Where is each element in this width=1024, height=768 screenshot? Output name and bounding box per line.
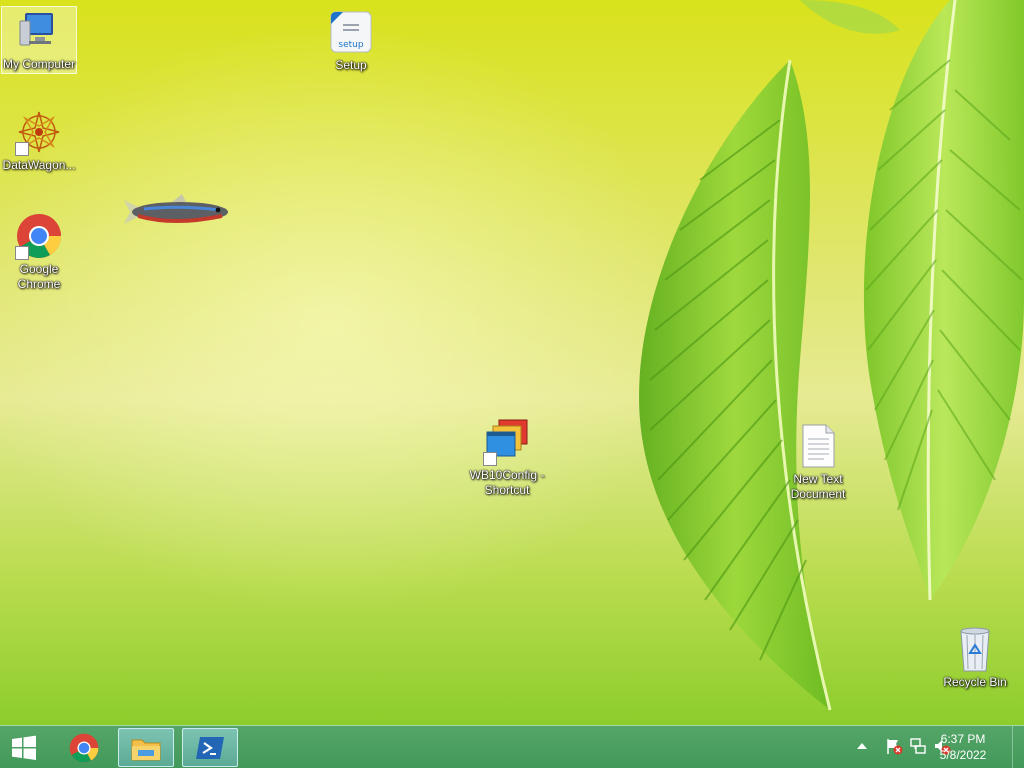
- setup-icon: setup: [327, 8, 375, 56]
- shortcut-arrow-icon: [15, 142, 29, 156]
- show-desktop-button[interactable]: [1012, 726, 1024, 768]
- desktop[interactable]: My Computer setup Setup DataWagon... Goo…: [0, 0, 1024, 725]
- recycle-bin-icon: [951, 625, 999, 673]
- desktop-icon-setup[interactable]: setup Setup: [313, 8, 389, 73]
- network-button[interactable]: [908, 736, 928, 756]
- clock-time: 6:37 PM: [940, 732, 986, 746]
- clock-date: 5/8/2022: [939, 748, 987, 762]
- desktop-icon-google-chrome[interactable]: Google Chrome: [1, 212, 77, 292]
- desktop-icon-label: DataWagon...: [2, 158, 76, 172]
- desktop-icon-recycle-bin[interactable]: Recycle Bin: [937, 625, 1013, 690]
- system-tray: 6:37 PM 5/8/2022: [824, 726, 1024, 768]
- action-center-button[interactable]: [884, 736, 904, 756]
- taskbar-powershell-button[interactable]: [182, 728, 238, 767]
- shortcut-arrow-icon: [483, 452, 497, 466]
- chrome-icon: [69, 733, 99, 762]
- clock[interactable]: 6:37 PM 5/8/2022: [928, 731, 998, 763]
- start-button[interactable]: [0, 728, 48, 767]
- wallpaper-leaves: [639, 0, 1024, 711]
- desktop-icon-label: New Text Document: [790, 472, 846, 501]
- desktop-icon-wb10config[interactable]: WB10Config - Shortcut: [469, 418, 545, 498]
- windows-stack-icon: [483, 418, 531, 466]
- windows-logo-icon: [12, 735, 36, 760]
- desktop-icon-label: Recycle Bin: [943, 675, 1007, 689]
- desktop-icon-my-computer[interactable]: My Computer: [1, 6, 77, 74]
- folder-icon: [131, 739, 161, 760]
- chevron-up-icon: [857, 743, 867, 749]
- chrome-icon: [15, 212, 63, 260]
- desktop-icon-datawagon[interactable]: DataWagon...: [1, 108, 77, 173]
- desktop-icon-label: My Computer: [2, 57, 76, 71]
- action-center-flag-icon: [887, 739, 903, 755]
- datawagon-icon: [15, 108, 63, 156]
- desktop-icon-label: Google Chrome: [17, 262, 61, 291]
- taskbar: 6:37 PM 5/8/2022: [0, 725, 1024, 768]
- shortcut-arrow-icon: [15, 246, 29, 260]
- show-hidden-icons-button[interactable]: [852, 736, 872, 756]
- fish-icon[interactable]: [124, 190, 234, 234]
- taskbar-chrome-button[interactable]: [58, 728, 110, 767]
- desktop-icon-label: WB10Config - Shortcut: [469, 468, 545, 497]
- powershell-icon: [196, 736, 224, 759]
- desktop-icon-new-text-document[interactable]: New Text Document: [780, 422, 856, 502]
- desktop-icon-label: Setup: [335, 58, 367, 72]
- setup-icon-badge: setup: [338, 40, 363, 50]
- taskbar-file-explorer-button[interactable]: [118, 728, 174, 767]
- computer-icon: [15, 7, 63, 55]
- text-document-icon: [794, 422, 842, 470]
- network-icon: [910, 738, 926, 754]
